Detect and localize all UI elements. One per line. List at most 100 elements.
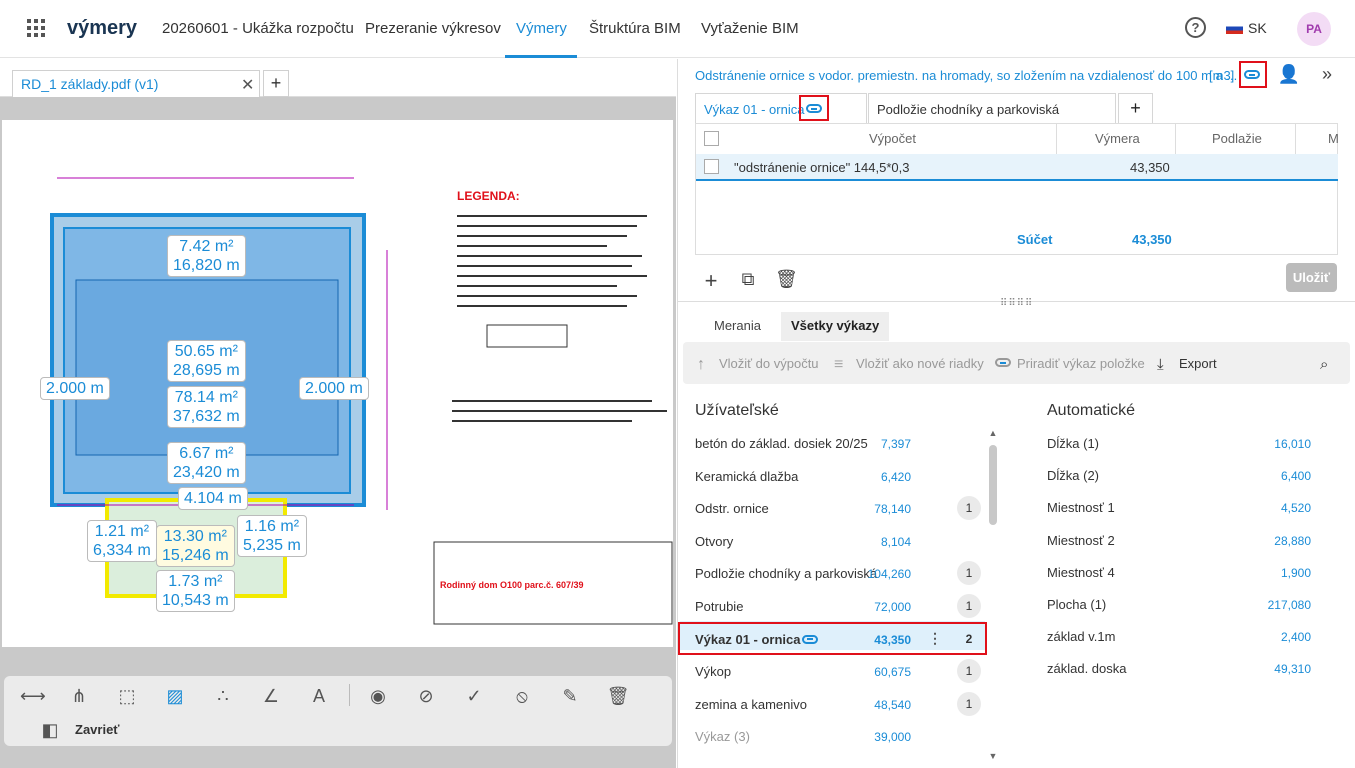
auto-item-name[interactable]: Plocha (1) bbox=[1047, 597, 1106, 612]
sum-value: 43,350 bbox=[1132, 232, 1172, 247]
measurement-label[interactable]: 1.21 m² 6,334 m bbox=[87, 520, 157, 562]
row-checkbox[interactable] bbox=[704, 159, 719, 174]
export-icon: ⤓ bbox=[1157, 356, 1164, 373]
flag-icon[interactable] bbox=[1226, 23, 1243, 34]
auto-item-name[interactable]: Miestnosť 4 bbox=[1047, 565, 1115, 580]
file-tab-label[interactable]: RD_1 základy.pdf (v1) bbox=[21, 76, 158, 92]
report-item-name[interactable]: Výkaz (3) bbox=[695, 729, 750, 744]
label-length: 2.000 m bbox=[46, 380, 104, 397]
language-selector[interactable]: SK bbox=[1248, 20, 1267, 36]
block-icon[interactable]: ⦸ bbox=[510, 684, 534, 708]
trash-icon[interactable]: 🗑 bbox=[606, 684, 630, 708]
highlight-selected-report bbox=[678, 622, 987, 655]
select-all-checkbox[interactable] bbox=[704, 131, 719, 146]
add-row-icon[interactable]: + bbox=[700, 268, 722, 294]
close-icon[interactable]: ✕ bbox=[241, 75, 254, 95]
close-button[interactable]: Zavrieť bbox=[75, 722, 120, 737]
tab-label[interactable]: Podložie chodníky a parkoviská bbox=[877, 102, 1059, 117]
measurement-label[interactable]: 50.65 m² 28,695 m bbox=[167, 340, 246, 382]
add-tab-button[interactable]: + bbox=[1118, 93, 1153, 124]
add-file-tab-button[interactable]: + bbox=[263, 70, 289, 97]
label-area: 78.14 m² bbox=[174, 389, 238, 406]
measurement-label[interactable]: 2.000 m bbox=[40, 377, 110, 400]
tab-podlozie[interactable]: Podložie chodníky a parkoviská bbox=[868, 93, 1116, 124]
label-area: 50.65 m² bbox=[174, 343, 238, 360]
report-item-name[interactable]: zemina a kamenivo bbox=[695, 697, 807, 712]
file-tab[interactable]: RD_1 základy.pdf (v1) ✕ bbox=[12, 70, 260, 97]
row-calc[interactable]: "odstránenie ornice" 144,5*0,3 bbox=[734, 160, 909, 175]
nav-bim-structure[interactable]: Štruktúra BIM bbox=[589, 20, 681, 37]
auto-section-title: Automatické bbox=[1047, 402, 1136, 419]
measurement-label[interactable]: 1.73 m² 10,543 m bbox=[156, 570, 235, 612]
report-item-name[interactable]: Keramická dlažba bbox=[695, 469, 798, 484]
tab-measurements[interactable]: Merania bbox=[704, 312, 771, 341]
app-logo[interactable]: výmery bbox=[67, 17, 137, 40]
auto-item-name[interactable]: Dĺžka (1) bbox=[1047, 436, 1099, 451]
auto-item-name[interactable]: základ v.1m bbox=[1047, 629, 1115, 644]
export-button[interactable]: Export bbox=[1179, 356, 1217, 371]
scrollbar-thumb[interactable] bbox=[989, 445, 997, 525]
auto-item-name[interactable]: Dĺžka (2) bbox=[1047, 468, 1099, 483]
user-avatar[interactable]: PA bbox=[1297, 12, 1331, 46]
item-title[interactable]: Odstránenie ornice s vodor. premiestn. n… bbox=[695, 68, 1237, 83]
area-icon[interactable]: ⬚ bbox=[115, 684, 139, 708]
collapse-icon[interactable]: » bbox=[1314, 64, 1340, 85]
eye-off-icon[interactable]: ⊘ bbox=[414, 684, 438, 708]
title-block: Rodinný dom O100 parc.č. 607/39 bbox=[440, 580, 584, 590]
measurement-label[interactable]: 7.42 m² 16,820 m bbox=[167, 235, 246, 277]
auto-item-name[interactable]: základ. doska bbox=[1047, 661, 1127, 676]
auto-item-name[interactable]: Miestnosť 2 bbox=[1047, 533, 1115, 548]
scroll-down-icon[interactable]: ▼ bbox=[987, 751, 999, 761]
link-icon[interactable] bbox=[806, 104, 822, 113]
search-icon[interactable]: ⌕ bbox=[1320, 356, 1328, 373]
measurement-label[interactable]: 6.67 m² 23,420 m bbox=[167, 442, 246, 484]
auto-item-name[interactable]: Miestnosť 1 bbox=[1047, 500, 1115, 515]
nav-drawings[interactable]: Prezeranie výkresov bbox=[365, 20, 501, 37]
tab-vykaz-01[interactable]: Výkaz 01 - ornica bbox=[695, 93, 867, 124]
ruler-icon[interactable]: ⟷ bbox=[20, 684, 46, 708]
report-item-name[interactable]: Otvory bbox=[695, 534, 733, 549]
col-header-value: Výmera bbox=[1095, 131, 1140, 146]
hatch-area-icon[interactable]: ▨ bbox=[163, 684, 187, 708]
project-name[interactable]: 20260601 - Ukážka rozpočtu bbox=[162, 20, 354, 37]
pencil-icon[interactable]: ✎ bbox=[558, 684, 582, 708]
copy-icon[interactable]: ⧉ bbox=[737, 269, 759, 290]
check-circle-icon[interactable]: ✓ bbox=[462, 684, 486, 708]
scroll-up-icon[interactable]: ▲ bbox=[987, 428, 999, 438]
tab-label[interactable]: Výkaz 01 - ornica bbox=[704, 102, 804, 117]
count-icon[interactable]: ∴ bbox=[211, 684, 235, 708]
auto-item-value: 49,310 bbox=[1274, 662, 1311, 677]
col-header-floor: Podlažie bbox=[1212, 131, 1262, 146]
label-length: 4.104 m bbox=[184, 490, 242, 507]
link-icon[interactable] bbox=[1244, 70, 1260, 79]
measurement-label[interactable]: 4.104 m bbox=[178, 487, 248, 510]
nav-measurements[interactable]: Výmery bbox=[516, 20, 567, 37]
angle-icon[interactable]: ∠ bbox=[259, 684, 283, 708]
measurement-label[interactable]: 13.30 m² 15,246 m bbox=[156, 525, 235, 567]
report-item-name[interactable]: betón do základ. dosiek 20/25 bbox=[695, 436, 868, 451]
report-item-name[interactable]: Podložie chodníky a parkoviská bbox=[695, 566, 877, 581]
measurement-label[interactable]: 2.000 m bbox=[299, 377, 369, 400]
apps-grid-icon[interactable] bbox=[27, 19, 45, 37]
eye-icon[interactable]: ◉ bbox=[366, 684, 390, 708]
split-view-icon[interactable]: ◧ bbox=[38, 718, 62, 742]
polyline-icon[interactable]: ⋔ bbox=[67, 684, 91, 708]
report-item-name[interactable]: Odstr. ornice bbox=[695, 501, 769, 516]
nav-bim-takeoff[interactable]: Vyťaženie BIM bbox=[701, 20, 799, 37]
help-icon[interactable]: ? bbox=[1185, 17, 1206, 38]
report-item-name[interactable]: Potrubie bbox=[695, 599, 743, 614]
delete-icon[interactable]: 🗑 bbox=[775, 269, 798, 290]
add-user-icon[interactable]: 👤 bbox=[1276, 64, 1302, 85]
text-icon[interactable]: A bbox=[307, 684, 331, 708]
auto-item-value: 28,880 bbox=[1274, 533, 1311, 548]
assign-report-button[interactable]: Priradiť výkaz položke bbox=[1017, 356, 1145, 371]
insert-as-rows-button[interactable]: Vložiť ako nové riadky bbox=[856, 356, 984, 371]
save-button[interactable]: Uložiť bbox=[1286, 263, 1337, 292]
measurement-label[interactable]: 1.16 m² 5,235 m bbox=[237, 515, 307, 557]
tab-all-reports[interactable]: Všetky výkazy bbox=[781, 312, 890, 341]
measurement-label[interactable]: 78.14 m² 37,632 m bbox=[167, 386, 246, 428]
count-badge: 1 bbox=[957, 691, 981, 716]
insert-into-calc-button[interactable]: Vložiť do výpočtu bbox=[719, 356, 819, 371]
drag-handle[interactable]: ⠿⠿⠿⠿ bbox=[1000, 298, 1033, 309]
report-item-name[interactable]: Výkop bbox=[695, 664, 731, 679]
